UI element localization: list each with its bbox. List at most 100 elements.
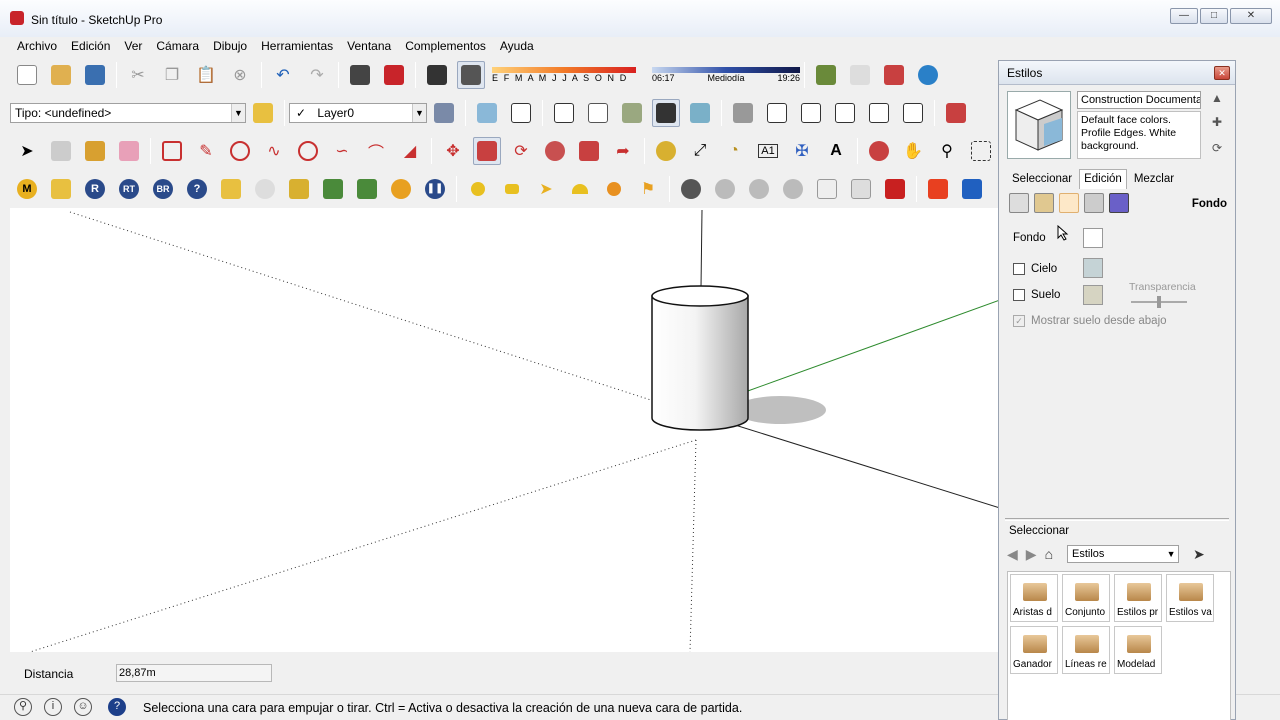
sandbox-detail-button[interactable] [847, 175, 875, 203]
dimension-tool-button[interactable]: ⤢ [686, 137, 714, 165]
add-location-button[interactable] [880, 61, 908, 89]
eraser-button[interactable] [115, 137, 143, 165]
plugin-tag-button[interactable] [47, 175, 75, 203]
follow-me-tool-button[interactable] [541, 137, 569, 165]
components-button[interactable] [249, 99, 277, 127]
toggle-terrain-button[interactable] [846, 61, 874, 89]
style-description-field[interactable]: Default face colors. Profile Edges. Whit… [1077, 111, 1201, 159]
maximize-button[interactable]: □ [1200, 8, 1228, 24]
blue-cube-button[interactable] [958, 175, 986, 203]
google-map-button[interactable] [812, 61, 840, 89]
model-info-button[interactable] [380, 61, 408, 89]
back-arrow-icon[interactable]: ◀ [1007, 546, 1018, 563]
menu-herramientas[interactable]: Herramientas [254, 37, 340, 55]
save-button[interactable] [81, 61, 109, 89]
menu-archivo[interactable]: Archivo [10, 37, 64, 55]
sandbox-ball-button[interactable] [600, 175, 628, 203]
back-view-button[interactable] [865, 99, 893, 127]
home-icon[interactable]: ⌂ [1045, 546, 1053, 562]
modeling-viewport[interactable] [10, 208, 1000, 652]
sandbox-stamp-button[interactable] [779, 175, 807, 203]
collection-folder[interactable]: Estilos pr [1114, 574, 1162, 622]
sandbox-contours-button[interactable] [677, 175, 705, 203]
wireframe-button[interactable] [550, 99, 578, 127]
iso-view-button[interactable] [729, 99, 757, 127]
shaded-button[interactable] [618, 99, 646, 127]
details-arrow-icon[interactable]: ➤ [1193, 546, 1205, 563]
user-icon[interactable]: ☺ [74, 698, 92, 716]
refresh-icon[interactable]: ⟳ [1209, 141, 1225, 157]
3d-text-button[interactable]: A [822, 137, 850, 165]
layer-dropdown[interactable]: ✓ Layer0 ▼ [289, 103, 427, 123]
face-settings-icon[interactable] [1034, 193, 1054, 213]
left-view-button[interactable] [899, 99, 927, 127]
fog-toggle-button[interactable] [457, 61, 485, 89]
top-view-button[interactable] [763, 99, 791, 127]
copy-button[interactable]: ❐ [158, 61, 186, 89]
panel-splitter[interactable] [1005, 518, 1229, 521]
plugin-rt-button[interactable]: RT [115, 175, 143, 203]
protractor-button[interactable]: ◔ [720, 137, 748, 165]
forward-arrow-icon[interactable]: ▶ [1026, 546, 1037, 563]
sandbox-spot-button[interactable]: ➤ [532, 175, 560, 203]
plugin-help-button[interactable]: ? [183, 175, 211, 203]
menu-complementos[interactable]: Complementos [398, 37, 493, 55]
text-tool-button[interactable]: A1 [754, 137, 782, 165]
pie-tool-button[interactable]: ◢ [396, 137, 424, 165]
plugin-label-button[interactable] [217, 175, 245, 203]
open-file-button[interactable] [47, 61, 75, 89]
cielo-checkbox[interactable] [1013, 263, 1025, 275]
paste-button[interactable]: 📋 [192, 61, 220, 89]
collection-folder[interactable]: Líneas re [1062, 626, 1110, 674]
fondo-color-swatch[interactable] [1083, 228, 1103, 248]
info-icon[interactable]: i [44, 698, 62, 716]
rotate-tool-button[interactable]: ⟳ [507, 137, 535, 165]
layer-manager-button[interactable] [430, 99, 458, 127]
sandbox-scratch-button[interactable] [711, 175, 739, 203]
sandbox-smoove-button[interactable] [745, 175, 773, 203]
plugin-plane-button[interactable] [285, 175, 313, 203]
make-component-button[interactable] [47, 137, 75, 165]
suelo-color-swatch[interactable] [1083, 285, 1103, 305]
collection-folder[interactable]: Ganador [1010, 626, 1058, 674]
style-name-field[interactable]: Construction Documenta [1077, 91, 1201, 109]
line-tool-button[interactable]: ✎ [192, 137, 220, 165]
redo-button[interactable]: ↷ [303, 61, 331, 89]
sandbox-drape-button[interactable] [813, 175, 841, 203]
print-button[interactable] [346, 61, 374, 89]
right-view-button[interactable] [831, 99, 859, 127]
plugin-sphere-button[interactable] [251, 175, 279, 203]
cylinder-body[interactable] [651, 295, 749, 431]
transparency-slider-handle[interactable] [1157, 296, 1161, 308]
cielo-color-swatch[interactable] [1083, 258, 1103, 278]
tab-edicion[interactable]: Edición [1079, 169, 1127, 189]
collection-folder[interactable]: Modelad [1114, 626, 1162, 674]
zoom-window-button[interactable] [967, 137, 995, 165]
shadow-date-slider[interactable]: E F M A M J J A S O N D [492, 67, 636, 83]
two-point-arc-button[interactable]: ⌒ [362, 137, 390, 165]
edge-settings-icon[interactable] [1009, 193, 1029, 213]
modeling-settings-icon[interactable] [1109, 193, 1129, 213]
plugin-r-button[interactable]: R [81, 175, 109, 203]
show-ground-checkbox[interactable]: ✓ [1013, 315, 1025, 327]
plugin-target-button[interactable] [387, 175, 415, 203]
tab-seleccionar[interactable]: Seleccionar [1007, 169, 1077, 189]
shadow-time-slider[interactable]: 06:17 Mediodía 19:26 [652, 67, 800, 83]
menu-ver[interactable]: Ver [117, 37, 149, 55]
background-settings-icon[interactable] [1059, 193, 1079, 213]
menu-ventana[interactable]: Ventana [340, 37, 398, 55]
menu-ayuda[interactable]: Ayuda [493, 37, 541, 55]
red-cube-button[interactable] [924, 175, 952, 203]
collection-folder[interactable]: Aristas d [1010, 574, 1058, 622]
undo-button[interactable]: ↶ [269, 61, 297, 89]
arc-tool-button[interactable]: ∿ [260, 137, 288, 165]
offset-tool-button[interactable]: ➦ [609, 137, 637, 165]
paint-bucket-button[interactable] [81, 137, 109, 165]
plugin-m-button[interactable]: M [13, 175, 41, 203]
xray-button[interactable] [473, 99, 501, 127]
tape-measure-button[interactable] [652, 137, 680, 165]
tipo-dropdown[interactable]: Tipo: <undefined> ▼ [10, 103, 246, 123]
measurement-value-field[interactable]: 28,87m [116, 664, 272, 682]
move-tool-button[interactable]: ✥ [439, 137, 467, 165]
geolocation-icon[interactable]: ⚲ [14, 698, 32, 716]
